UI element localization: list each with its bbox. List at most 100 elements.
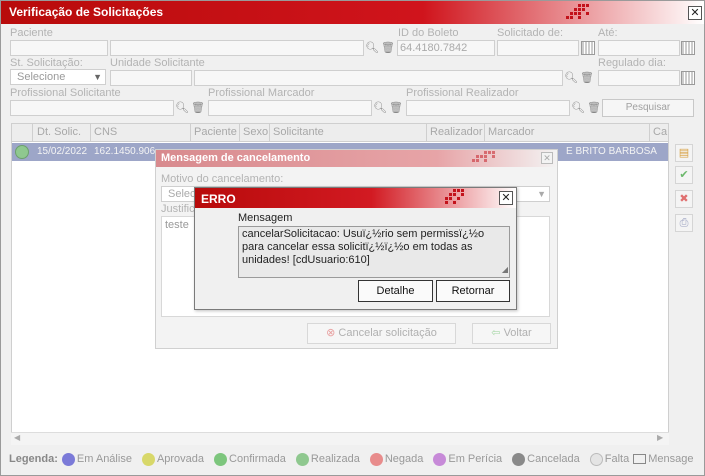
brand-pixel-pattern <box>566 4 589 19</box>
id-boleto-label: ID do Boleto <box>398 27 459 39</box>
trash-icon[interactable]: 🗑︎ <box>191 101 205 115</box>
col-solicitante[interactable]: Solicitante <box>273 126 324 138</box>
prof-realizador-label: Profissional Realizador <box>406 87 519 99</box>
brand-pixel-pattern <box>472 151 495 162</box>
search-icon[interactable]: 🔍︎ <box>365 41 379 55</box>
search-icon[interactable]: 🔍︎ <box>175 101 189 115</box>
legend-item: Falta <box>589 452 629 466</box>
legend-title: Legenda: <box>9 453 58 465</box>
cancelar-solicitacao-button[interactable]: ⊗ Cancelar solicitação <box>307 323 456 344</box>
message-icon <box>633 454 647 464</box>
col-ca[interactable]: Ca <box>653 126 667 138</box>
ate-input[interactable] <box>598 40 680 56</box>
legend-item: Negada <box>369 452 423 466</box>
unidade-solicitante-label: Unidade Solicitante <box>110 57 205 69</box>
cancel-circle-icon: ⊗ <box>326 327 336 339</box>
prof-solicitante-label: Profissional Solicitante <box>10 87 121 99</box>
st-solicitacao-value: Selecione <box>17 71 66 83</box>
legend-item: Cancelada <box>512 452 580 466</box>
legend-item: Em Análise <box>61 452 132 466</box>
st-solicitacao-select[interactable]: Selecione ▼ <box>10 69 106 85</box>
verificacao-window: Verificação de Solicitações ✕ Paciente I… <box>0 0 705 476</box>
status-dot-icon <box>141 452 155 466</box>
error-message-text: cancelarSolicitacao: Usuï¿½rio sem permi… <box>242 228 485 266</box>
legend-item: Confirmada <box>214 452 286 466</box>
resize-handle-icon[interactable]: ◢ <box>502 263 508 276</box>
scroll-left-icon[interactable]: ◀ <box>14 433 20 442</box>
voltar-button[interactable]: ⇦ Voltar <box>472 323 551 344</box>
solicitado-de-input[interactable] <box>497 40 579 56</box>
status-dot-icon <box>15 145 29 159</box>
grid-header: Dt. Solic. CNS Paciente Sexo Solicitante… <box>12 124 668 142</box>
col-realizador[interactable]: Realizador <box>430 126 483 138</box>
solicitado-de-label: Solicitado de: <box>497 27 564 39</box>
prof-marcador-input[interactable] <box>208 100 372 116</box>
window-title: Verificação de Solicitações <box>9 5 164 19</box>
justificativa-label: Justific <box>161 203 195 215</box>
legend-item: Em Perícia <box>433 452 502 466</box>
calendar-icon[interactable] <box>581 41 595 55</box>
close-icon[interactable]: ✕ <box>499 191 513 205</box>
regulado-dia-input[interactable] <box>598 70 680 86</box>
col-sexo[interactable]: Sexo <box>243 126 268 138</box>
error-dialog: ERRO ✕ Mensagem cancelarSolicitacao: Usu… <box>194 187 517 310</box>
chevron-down-icon: ▼ <box>537 189 546 199</box>
document-icon[interactable]: ▤ <box>675 144 693 162</box>
id-boleto-input[interactable]: 64.4180.7842 <box>397 40 495 56</box>
cancel-icon[interactable]: ✖ <box>675 190 693 208</box>
status-dot-icon <box>61 452 75 466</box>
ate-label: Até: <box>598 27 618 39</box>
scroll-right-icon[interactable]: ▶ <box>657 433 663 442</box>
trash-icon[interactable]: 🗑︎ <box>580 71 594 85</box>
chevron-down-icon: ▼ <box>93 72 102 82</box>
paciente-code-input[interactable] <box>10 40 108 56</box>
trash-icon[interactable]: 🗑︎ <box>381 41 395 55</box>
pesquisar-button[interactable]: Pesquisar <box>602 99 694 117</box>
status-dot-icon <box>214 452 228 466</box>
motivo-label: Motivo do cancelamento: <box>161 173 284 185</box>
row-dt-solic: 15/02/2022 <box>37 146 88 157</box>
prof-realizador-input[interactable] <box>406 100 570 116</box>
trash-icon[interactable]: 🗑︎ <box>389 101 403 115</box>
status-dot-icon <box>512 452 526 466</box>
brand-pixel-pattern <box>445 189 468 204</box>
search-icon[interactable]: 🔍︎ <box>564 71 578 85</box>
legend-item: Aprovada <box>141 452 204 466</box>
trash-icon[interactable]: 🗑︎ <box>587 101 601 115</box>
search-icon[interactable]: 🔍︎ <box>373 101 387 115</box>
close-icon[interactable]: ✕ <box>541 152 553 164</box>
error-dialog-title: ERRO <box>201 192 236 206</box>
prof-marcador-label: Profissional Marcador <box>208 87 315 99</box>
paciente-label: Paciente <box>10 27 53 39</box>
status-dot-icon <box>589 452 603 466</box>
st-solicitacao-label: St. Solicitação: <box>10 57 83 69</box>
prof-solicitante-input[interactable] <box>10 100 174 116</box>
legend-item: Mensage <box>633 453 693 465</box>
retornar-button[interactable]: Retornar <box>436 280 510 302</box>
horizontal-scrollbar[interactable]: ◀ ▶ <box>11 432 669 445</box>
unidade-code-input[interactable] <box>110 70 192 86</box>
paciente-name-input[interactable] <box>110 40 364 56</box>
regulado-dia-label: Regulado dia: <box>598 57 666 69</box>
calendar-icon[interactable] <box>681 41 695 55</box>
print-icon[interactable]: ⎙ <box>675 214 693 232</box>
check-circle-icon <box>295 452 309 466</box>
close-icon[interactable]: ✕ <box>688 6 702 20</box>
row-marcador: E BRITO BARBOSA <box>566 146 657 157</box>
check-icon[interactable]: ✔ <box>675 166 693 184</box>
message-label: Mensagem <box>238 212 293 224</box>
legend: Legenda: Em Análise Aprovada Confirmada … <box>9 452 693 466</box>
col-dt-solic[interactable]: Dt. Solic. <box>37 126 81 138</box>
legend-item: Realizada <box>295 452 360 466</box>
detalhe-button[interactable]: Detalhe <box>358 280 433 302</box>
calendar-icon[interactable] <box>681 71 695 85</box>
col-marcador[interactable]: Marcador <box>488 126 534 138</box>
col-paciente[interactable]: Paciente <box>194 126 237 138</box>
search-icon[interactable]: 🔍︎ <box>571 101 585 115</box>
unidade-name-input[interactable] <box>194 70 563 86</box>
window-titlebar: Verificação de Solicitações ✕ <box>1 1 704 24</box>
status-dot-icon <box>433 452 447 466</box>
cancel-dialog-title: Mensagem de cancelamento <box>161 152 311 164</box>
error-message-textarea[interactable]: cancelarSolicitacao: Usuï¿½rio sem permi… <box>238 226 510 278</box>
col-cns[interactable]: CNS <box>94 126 117 138</box>
